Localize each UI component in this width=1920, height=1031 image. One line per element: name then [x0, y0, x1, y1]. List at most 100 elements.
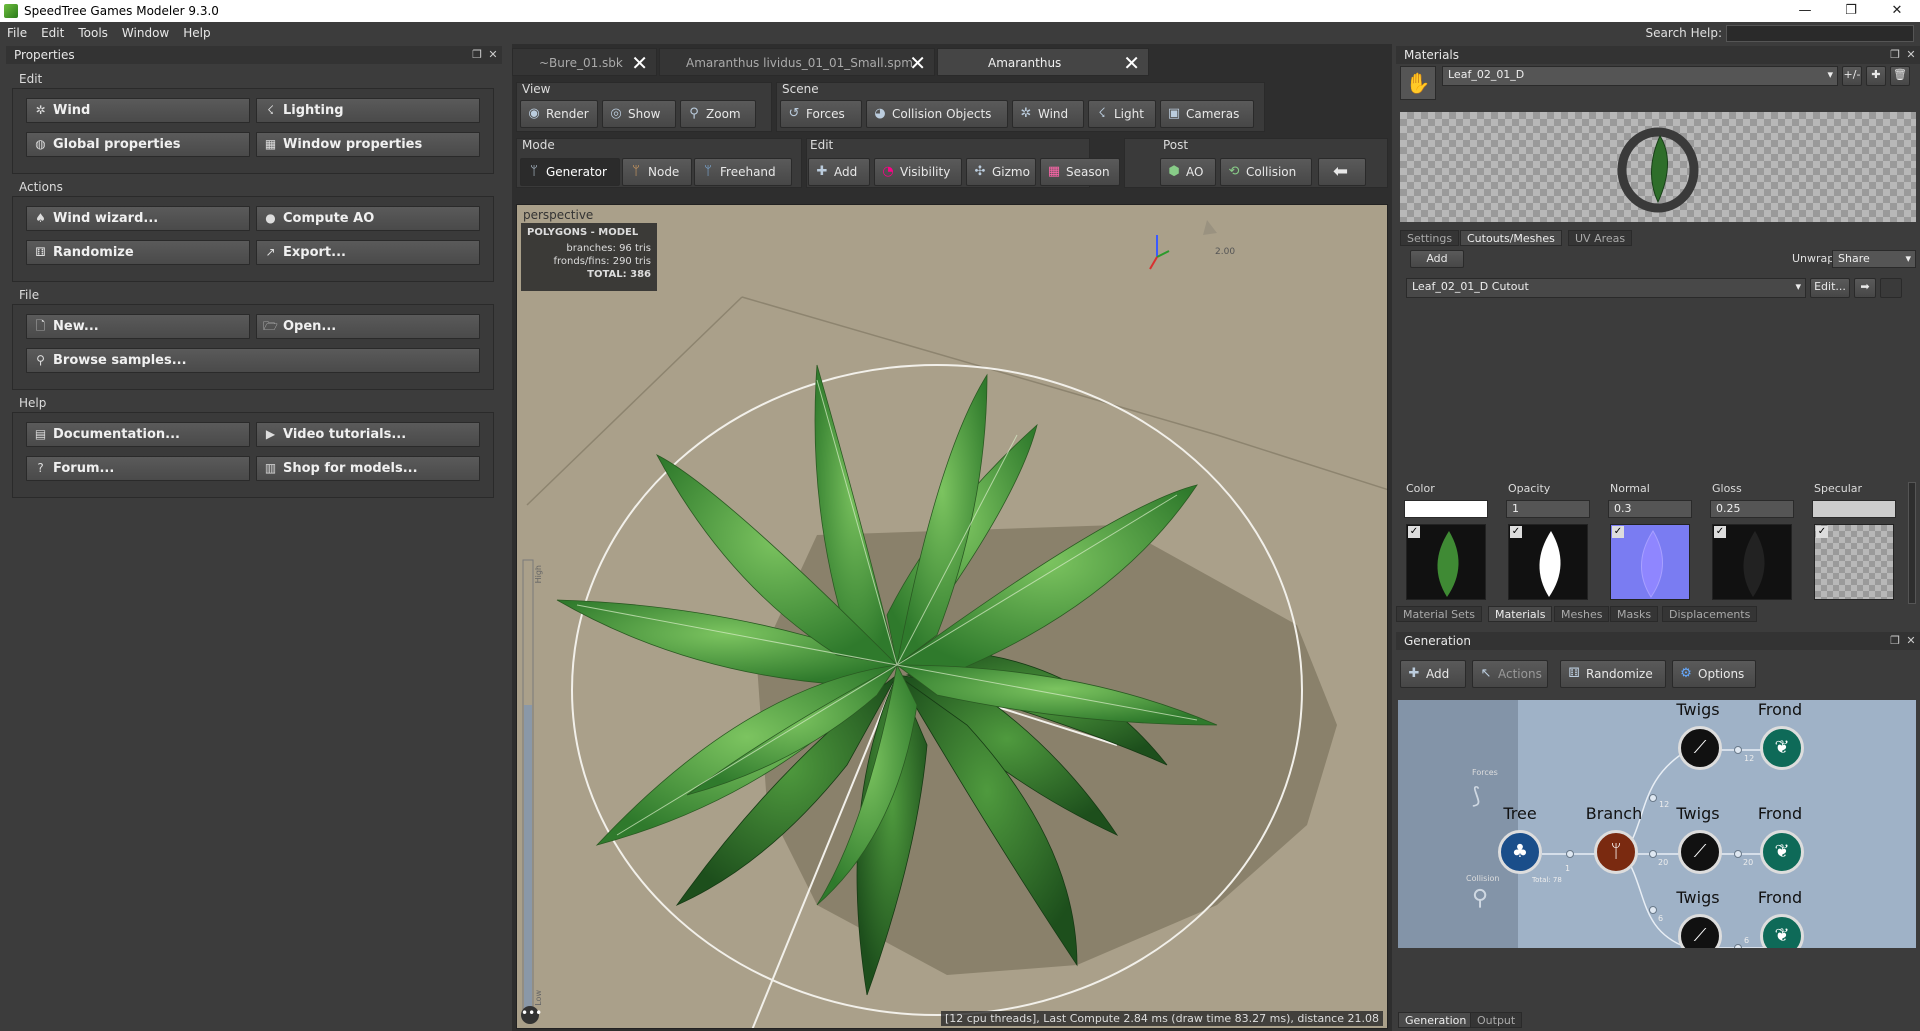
tab-generation[interactable]: Generation: [1398, 1012, 1474, 1028]
frond-node-mid[interactable]: ❦: [1760, 830, 1804, 874]
visibility-button[interactable]: ◔ Visibility: [874, 158, 962, 186]
menu-file[interactable]: File: [0, 26, 34, 40]
delete-material-button[interactable]: 🗑: [1890, 66, 1910, 86]
opacity-field[interactable]: 1: [1506, 500, 1590, 518]
browse-samples-button[interactable]: ⚲ Browse samples...: [26, 348, 480, 373]
collision-capsule-icon[interactable]: ⚲: [1472, 886, 1488, 911]
tab-materials[interactable]: Materials: [1488, 606, 1553, 622]
collision-objects-button[interactable]: ◕ Collision Objects: [866, 100, 1008, 128]
new-button[interactable]: 🗋 New...: [26, 314, 250, 339]
twigs-node-mid[interactable]: ⟋: [1678, 830, 1722, 874]
edit-cutout-button[interactable]: Edit...: [1810, 278, 1850, 298]
window-properties-button[interactable]: ▦ Window properties: [256, 132, 480, 157]
menu-help[interactable]: Help: [176, 26, 217, 40]
randomize-button[interactable]: ⚅ Randomize: [26, 240, 250, 265]
tab-bure[interactable]: ~Bure_01.sbk ✕: [512, 48, 657, 76]
extra-option-button[interactable]: [1880, 278, 1902, 298]
materials-scrollbar[interactable]: [1908, 482, 1916, 604]
close-tab-icon[interactable]: ✕: [909, 49, 926, 77]
shop-for-models-button[interactable]: ▥ Shop for models...: [256, 456, 480, 481]
tab-amaranthus[interactable]: Amaranthus lividus_01.spm✕: [937, 48, 1149, 98]
hand-tool-button[interactable]: ✋: [1400, 66, 1436, 100]
season-button[interactable]: ▦ Season: [1040, 158, 1120, 186]
close-tab-icon[interactable]: ✕: [631, 49, 648, 77]
ao-button[interactable]: ⬢ AO: [1160, 158, 1216, 186]
show-button[interactable]: ◎ Show: [602, 100, 676, 128]
menu-edit[interactable]: Edit: [34, 26, 71, 40]
generation-graph[interactable]: Forces ⟆ Collision ⚲ Tree ♣ Total: 78 Br…: [1398, 700, 1916, 948]
tab-meshes[interactable]: Meshes: [1554, 606, 1610, 622]
gloss-enable-checkbox[interactable]: ✓: [1714, 526, 1726, 538]
unwrap-select[interactable]: Share ▾: [1832, 250, 1916, 268]
wind-wizard-button[interactable]: ♠ Wind wizard...: [26, 206, 250, 231]
color-enable-checkbox[interactable]: ✓: [1408, 526, 1420, 538]
video-tutorials-button[interactable]: ▶ Video tutorials...: [256, 422, 480, 447]
tab-settings[interactable]: Settings: [1400, 230, 1460, 246]
add-cutout-button[interactable]: Add: [1410, 250, 1464, 268]
generation-actions-button[interactable]: ↖ Actions: [1472, 660, 1548, 688]
cameras-button[interactable]: ▣ Cameras: [1160, 100, 1254, 128]
tab-amaranthus-small[interactable]: Amaranthus lividus_01_01_Small.spm ✕: [659, 48, 935, 76]
search-help-input[interactable]: [1726, 25, 1914, 42]
compute-ao-button[interactable]: ● Compute AO: [256, 206, 480, 231]
normal-enable-checkbox[interactable]: ✓: [1612, 526, 1624, 538]
float-icon[interactable]: ❐: [1888, 632, 1902, 650]
twigs-node-top[interactable]: ⟋: [1678, 726, 1722, 770]
apply-arrow-button[interactable]: ➡: [1854, 278, 1876, 298]
zoom-button[interactable]: ⚲ Zoom: [680, 100, 756, 128]
tab-masks[interactable]: Masks: [1610, 606, 1659, 622]
menu-tools[interactable]: Tools: [71, 26, 115, 40]
close-icon[interactable]: ✕: [1904, 632, 1918, 650]
swap-material-button[interactable]: +/-: [1842, 66, 1862, 86]
render-button[interactable]: ◉ Render: [520, 100, 598, 128]
generation-add-button[interactable]: ✚ Add: [1400, 660, 1466, 688]
close-button[interactable]: ✕: [1874, 0, 1920, 22]
float-icon[interactable]: ❐: [1888, 46, 1902, 64]
opacity-enable-checkbox[interactable]: ✓: [1510, 526, 1522, 538]
lighting-button[interactable]: ☇ Lighting: [256, 98, 480, 123]
cutout-select[interactable]: Leaf_02_01_D Cutout ▾: [1406, 278, 1806, 298]
lod-slider[interactable]: [523, 560, 533, 1015]
branch-node[interactable]: ᛘ: [1594, 830, 1638, 874]
global-properties-button[interactable]: ◍ Global properties: [26, 132, 250, 157]
add-button[interactable]: ✚ Add: [808, 158, 870, 186]
menu-window[interactable]: Window: [115, 26, 176, 40]
viewport-options-button[interactable]: •••: [521, 1006, 542, 1024]
light-button[interactable]: ☇ Light: [1088, 100, 1156, 128]
gloss-field[interactable]: 0.25: [1710, 500, 1794, 518]
freehand-mode-button[interactable]: ᛘ Freehand: [694, 158, 792, 186]
close-icon[interactable]: ✕: [486, 46, 500, 64]
generation-randomize-button[interactable]: ⚅ Randomize: [1560, 660, 1666, 688]
node-mode-button[interactable]: ᛘ Node: [622, 158, 692, 186]
material-select[interactable]: Leaf_02_01_D ▾: [1442, 66, 1838, 86]
specular-swatch[interactable]: [1812, 500, 1896, 518]
minimize-button[interactable]: —: [1782, 0, 1828, 22]
documentation-button[interactable]: ▤ Documentation...: [26, 422, 250, 447]
tab-material-sets[interactable]: Material Sets: [1396, 606, 1482, 622]
open-button[interactable]: 🗁 Open...: [256, 314, 480, 339]
normal-field[interactable]: 0.3: [1608, 500, 1692, 518]
tab-cutouts-meshes[interactable]: Cutouts/Meshes: [1460, 230, 1562, 246]
tab-output[interactable]: Output: [1470, 1012, 1523, 1028]
color-swatch[interactable]: [1404, 500, 1488, 518]
add-material-button[interactable]: ✚: [1866, 66, 1886, 86]
forces-button[interactable]: ↺ Forces: [780, 100, 862, 128]
scene-wind-button[interactable]: ✲ Wind: [1012, 100, 1084, 128]
forum-button[interactable]: ? Forum...: [26, 456, 250, 481]
generation-options-button[interactable]: ⚙ Options: [1672, 660, 1756, 688]
collision-button[interactable]: ⟲ Collision: [1220, 158, 1312, 186]
3d-viewport[interactable]: perspective POLYGONS - MODEL branches: 9…: [516, 204, 1388, 1029]
tree-node[interactable]: ♣: [1498, 830, 1542, 874]
export-button[interactable]: ↗ Export...: [256, 240, 480, 265]
specular-enable-checkbox[interactable]: ✓: [1816, 526, 1828, 538]
gizmo-button[interactable]: ✣ Gizmo: [966, 158, 1036, 186]
frond-node-top[interactable]: ❦: [1760, 726, 1804, 770]
generator-mode-button[interactable]: ᛘ Generator: [520, 158, 620, 186]
close-icon[interactable]: ✕: [1904, 46, 1918, 64]
restore-button[interactable]: ❐: [1828, 0, 1874, 22]
back-arrow-button[interactable]: ⬅: [1318, 158, 1366, 186]
float-icon[interactable]: ❐: [470, 46, 484, 64]
tab-displacements[interactable]: Displacements: [1662, 606, 1758, 622]
tab-uv-areas[interactable]: UV Areas: [1568, 230, 1633, 246]
close-tab-icon[interactable]: ✕: [1123, 49, 1140, 77]
